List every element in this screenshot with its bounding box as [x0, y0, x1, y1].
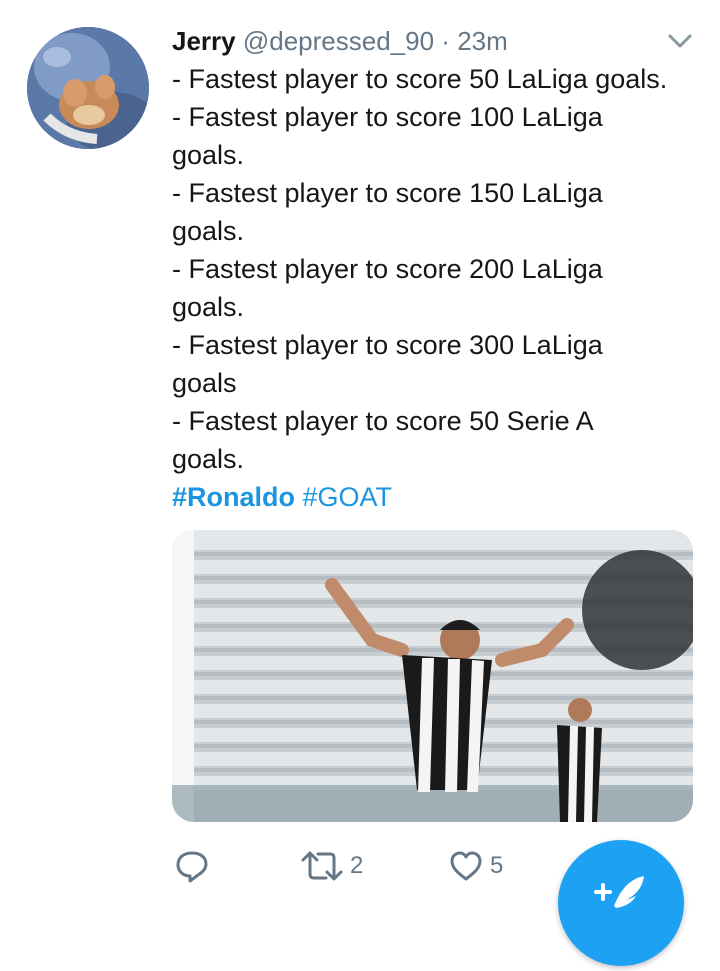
compose-tweet-button[interactable] — [558, 840, 684, 966]
tweet-header: Jerry @depressed_90 · 23m — [172, 22, 702, 60]
hashtags: #Ronaldo #GOAT — [172, 478, 702, 516]
like-button[interactable]: 5 — [448, 848, 503, 884]
hashtag-ronaldo[interactable]: #Ronaldo — [172, 482, 295, 512]
display-name[interactable]: Jerry — [172, 26, 236, 56]
tweet-line: - Fastest player to score 50 LaLiga goal… — [172, 64, 668, 94]
tweet-body: Jerry @depressed_90 · 23m - Fastest play… — [172, 22, 702, 516]
reply-button[interactable] — [174, 848, 210, 884]
retweet-count: 2 — [350, 852, 364, 879]
tweet-line: - Fastest player to score 200 LaLiga — [172, 254, 603, 284]
photo-image — [172, 530, 693, 822]
tweet-line: goals. — [172, 444, 245, 474]
like-count: 5 — [490, 852, 504, 879]
tweet-timestamp[interactable]: 23m — [457, 26, 508, 56]
tweet-media-photo[interactable] — [172, 530, 693, 822]
retweet-icon — [301, 851, 343, 881]
tweet-line: goals. — [172, 216, 245, 246]
tweet-line: goals. — [172, 140, 245, 170]
tweet-line: - Fastest player to score 300 LaLiga — [172, 330, 603, 360]
tweet-line: - Fastest player to score 100 LaLiga — [172, 102, 603, 132]
tweet-line: - Fastest player to score 50 Serie A — [172, 406, 594, 436]
avatar[interactable] — [27, 27, 149, 149]
avatar-image — [27, 27, 149, 149]
tweet-line: goals — [172, 368, 237, 398]
tweet-line: - Fastest player to score 150 LaLiga — [172, 178, 603, 208]
user-handle[interactable]: @depressed_90 — [243, 26, 434, 56]
hashtag-goat[interactable]: #GOAT — [303, 482, 393, 512]
chevron-down-icon[interactable] — [666, 30, 694, 52]
reply-icon — [176, 851, 208, 883]
heart-icon — [450, 851, 482, 881]
tweet-line: goals. — [172, 292, 245, 322]
tweet-text: - Fastest player to score 50 LaLiga goal… — [172, 60, 702, 478]
compose-tweet-icon — [594, 876, 644, 908]
retweet-button[interactable]: 2 — [300, 848, 363, 884]
header-separator: · — [441, 26, 450, 56]
